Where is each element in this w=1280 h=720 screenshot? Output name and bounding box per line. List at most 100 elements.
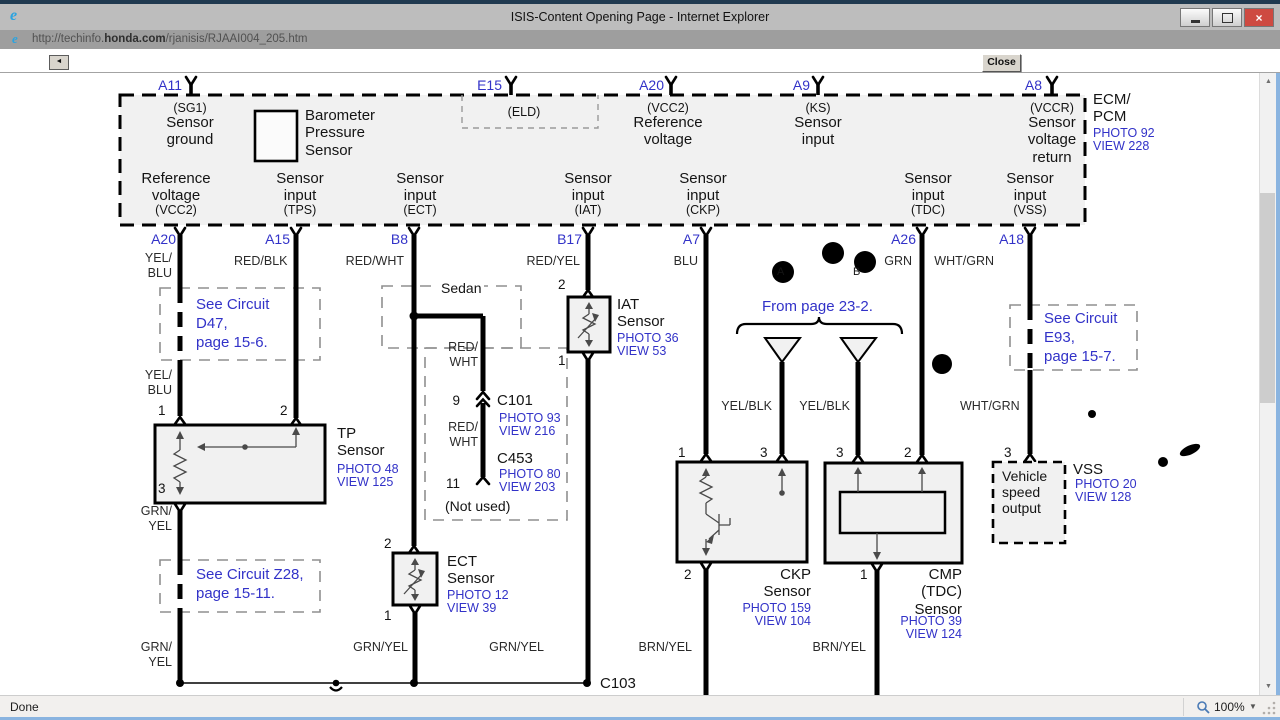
vss-pin3-number: 3 bbox=[1004, 445, 1012, 460]
minimize-icon bbox=[1190, 19, 1200, 23]
c453-view-link[interactable]: VIEW 203 bbox=[499, 480, 555, 495]
ref-voltage-name: Reference voltage bbox=[141, 170, 211, 205]
wire-red-wht-sedan-1: RED/ WHT bbox=[448, 340, 478, 369]
tp-pin2-number: 2 bbox=[280, 403, 288, 418]
back-button[interactable]: ◄ bbox=[49, 55, 69, 70]
iat-sensor-label: IAT Sensor bbox=[617, 296, 665, 331]
wire-grn-yel-ect: GRN/YEL bbox=[353, 640, 408, 654]
pin-a11-link[interactable]: A11 bbox=[150, 77, 182, 93]
ect-pin1-number: 1 bbox=[384, 608, 392, 623]
pin-11-number: 11 bbox=[445, 476, 460, 491]
wire-red-wht: RED/WHT bbox=[345, 254, 404, 268]
triangle-b bbox=[839, 337, 878, 364]
ect-view-link[interactable]: VIEW 39 bbox=[447, 601, 496, 616]
not-used-label: (Not used) bbox=[445, 498, 511, 514]
wire-grn-yel-lower: GRN/ YEL bbox=[140, 640, 172, 669]
cmp-view-link[interactable]: VIEW 124 bbox=[890, 627, 962, 642]
see-circuit-z28-link[interactable]: See Circuit Z28, page 15-11. bbox=[196, 566, 304, 604]
wire-blu: BLU bbox=[673, 254, 698, 268]
close-page-button[interactable]: Close bbox=[982, 54, 1021, 72]
pin-b17-link[interactable]: B17 bbox=[546, 231, 582, 247]
from-page-brace bbox=[735, 316, 904, 335]
c101-view-link[interactable]: VIEW 216 bbox=[499, 424, 555, 439]
vss-view-link[interactable]: VIEW 128 bbox=[1075, 490, 1131, 505]
pin-b8-link[interactable]: B8 bbox=[380, 231, 408, 247]
cmp-pin3-number: 3 bbox=[836, 445, 844, 460]
from-page-link[interactable]: From page 23-2. bbox=[762, 298, 873, 315]
ckp-pin1-number: 1 bbox=[678, 445, 686, 460]
triangle-b-label: B bbox=[853, 266, 861, 278]
tp-view-link[interactable]: VIEW 125 bbox=[337, 475, 393, 490]
ckp-pin2-number: 2 bbox=[684, 567, 692, 582]
triangle-a-label: A bbox=[777, 266, 785, 278]
vehicle-speed-output-label: Vehicle speed output bbox=[1002, 468, 1048, 517]
title-bar: e ISIS-Content Opening Page - Internet E… bbox=[0, 4, 1280, 31]
tdc-cell-code: (TDC) bbox=[910, 203, 945, 217]
vccr-name: Sensor voltage return bbox=[1027, 114, 1077, 166]
wire-yel-blu-1: YEL/ BLU bbox=[144, 251, 172, 280]
minimize-button[interactable] bbox=[1180, 8, 1210, 27]
scrollbar-thumb[interactable] bbox=[1260, 193, 1275, 403]
iat-cell-name: Sensor input bbox=[564, 170, 612, 205]
browser-window: e ISIS-Content Opening Page - Internet E… bbox=[0, 0, 1280, 720]
status-bar: Done 100% ▼ bbox=[0, 695, 1280, 718]
wire-red-yel: RED/YEL bbox=[526, 254, 581, 268]
pin-e15-link[interactable]: E15 bbox=[470, 77, 502, 93]
wire-yel-blk-b: YEL/BLK bbox=[799, 399, 850, 413]
ckp-pin3-number: 3 bbox=[760, 445, 768, 460]
vcc2-top-name: Reference voltage bbox=[633, 114, 703, 149]
pin-a8-link[interactable]: A8 bbox=[1014, 77, 1042, 93]
zoom-magnifier-icon bbox=[1197, 701, 1210, 714]
barometer-sensor-box bbox=[253, 109, 299, 163]
cmp-sensor-box bbox=[823, 461, 964, 565]
pin-a20-top-link[interactable]: A20 bbox=[628, 77, 664, 93]
ecm-top-pins bbox=[184, 75, 1059, 95]
wire-wht-grn-2: WHT/GRN bbox=[960, 399, 1020, 413]
sg1-name: Sensor ground bbox=[166, 114, 214, 149]
ckp-sensor-label: CKP Sensor bbox=[763, 566, 811, 601]
wire-red-blk: RED/BLK bbox=[234, 254, 288, 268]
ckp-cell-name: Sensor input bbox=[679, 170, 727, 205]
iat-pin2-number: 2 bbox=[558, 277, 566, 292]
resize-grip-icon[interactable] bbox=[1262, 701, 1276, 715]
see-circuit-e93-link[interactable]: See Circuit E93, page 15-7. bbox=[1044, 310, 1117, 366]
scroll-up-button[interactable]: ▲ bbox=[1260, 73, 1277, 90]
cmp-pin1-number: 1 bbox=[860, 567, 868, 582]
ckp-cell-code: (CKP) bbox=[685, 203, 721, 217]
address-bar[interactable]: e http://techinfo.honda.com/rjanisis/RJA… bbox=[0, 30, 1280, 50]
maximize-icon bbox=[1221, 12, 1233, 23]
pin-a9-link[interactable]: A9 bbox=[782, 77, 810, 93]
wire-grn-yel-upper: GRN/ YEL bbox=[140, 504, 172, 533]
ckp-pin3-dot bbox=[779, 490, 785, 496]
ecm-view-link[interactable]: VIEW 228 bbox=[1093, 139, 1149, 154]
wire-brn-yel-ckp: BRN/YEL bbox=[638, 640, 693, 654]
scroll-down-button[interactable]: ▼ bbox=[1260, 678, 1277, 695]
wire-wht-grn-1: WHT/GRN bbox=[934, 254, 994, 268]
pin-a15-link[interactable]: A15 bbox=[256, 231, 290, 247]
pin-a20-link[interactable]: A20 bbox=[140, 231, 176, 247]
vss-cell-name: Sensor input bbox=[1006, 170, 1054, 205]
sedan-label: Sedan bbox=[438, 280, 485, 297]
close-window-button[interactable]: × bbox=[1244, 8, 1274, 27]
zoom-dropdown-caret-icon[interactable]: ▼ bbox=[1249, 702, 1257, 711]
iat-cell-code: (IAT) bbox=[574, 203, 602, 217]
statusbar-separator bbox=[1183, 698, 1184, 716]
see-circuit-d47-link[interactable]: See Circuit D47, page 15-6. bbox=[196, 296, 269, 352]
ckp-view-link[interactable]: VIEW 104 bbox=[731, 614, 811, 629]
barometer-sensor-label: Barometer Pressure Sensor bbox=[305, 107, 376, 159]
toolbar-row: ◄ Close bbox=[0, 49, 1280, 73]
tps-cell-name: Sensor input bbox=[276, 170, 324, 205]
maximize-button[interactable] bbox=[1212, 8, 1242, 27]
page-favicon-icon: e bbox=[12, 31, 18, 46]
wire-grn-yel-iat: GRN/YEL bbox=[489, 640, 544, 654]
pin-a26-link[interactable]: A26 bbox=[882, 231, 916, 247]
tps-cell-code: (TPS) bbox=[283, 203, 317, 217]
zoom-level-button[interactable]: 100% bbox=[1214, 700, 1245, 714]
pin-a18-link[interactable]: A18 bbox=[988, 231, 1024, 247]
vss-cell-code: (VSS) bbox=[1013, 203, 1047, 217]
iat-view-link[interactable]: VIEW 53 bbox=[617, 344, 666, 359]
url-text[interactable]: http://techinfo.honda.com/rjanisis/RJAAI… bbox=[32, 33, 308, 45]
pin-9-number: 9 bbox=[452, 393, 460, 408]
wire-brn-yel-cmp: BRN/YEL bbox=[812, 640, 867, 654]
pin-a7-link[interactable]: A7 bbox=[672, 231, 700, 247]
